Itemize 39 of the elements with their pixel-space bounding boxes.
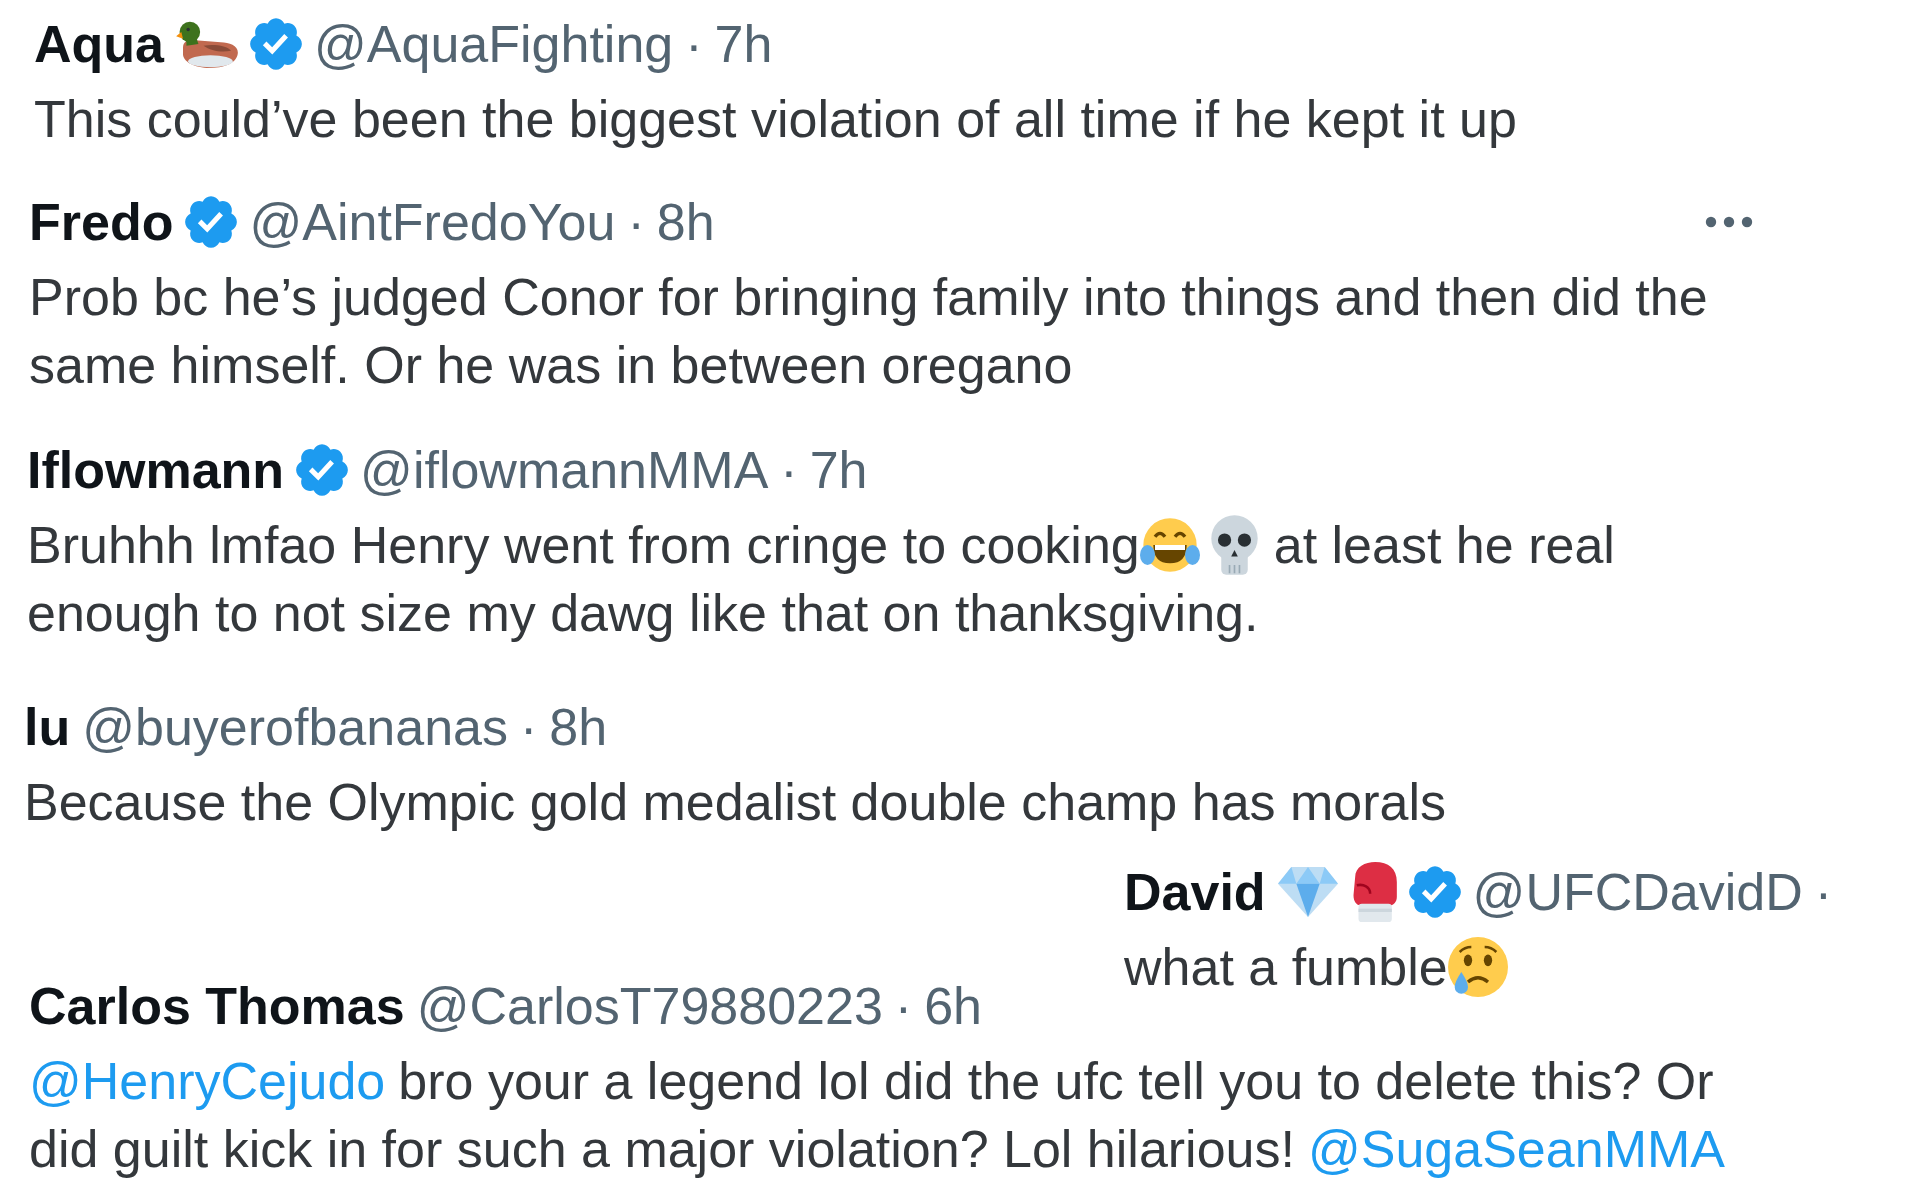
user-name[interactable]: Fredo	[29, 188, 174, 256]
tweet-text: at least he real	[1273, 515, 1615, 576]
tweet-text: This could’ve been the biggest violation of all time if he kept it up	[34, 89, 1517, 150]
separator: ·	[780, 440, 798, 501]
tweet-text: did guilt kick in for such a major violation? Lol hilarious!	[29, 1119, 1295, 1180]
timestamp[interactable]: 8h	[656, 188, 715, 256]
timestamp[interactable]: 7h	[809, 436, 868, 504]
timestamp[interactable]: 6h	[924, 972, 982, 1040]
user-name[interactable]: lu	[24, 693, 71, 761]
user-handle[interactable]: @UFCDavidD	[1472, 858, 1803, 926]
tweet-text: Prob bc he’s judged Conor for bringing family into things and then did the	[29, 267, 1708, 328]
crying-face-icon	[1447, 937, 1508, 997]
more-icon	[1705, 216, 1753, 228]
user-handle[interactable]: @buyerofbananas	[82, 693, 508, 761]
separator: ·	[894, 976, 913, 1037]
user-handle[interactable]: @iflowmannMMA	[360, 436, 769, 504]
laughing-face-icon	[1139, 515, 1200, 575]
user-name[interactable]: Aqua	[34, 10, 164, 78]
tweet-text: bro your a legend lol did the ufc tell you to delete this? Or	[398, 1051, 1714, 1112]
tweet-text: same himself. Or he was in between oregano	[29, 335, 1073, 396]
tweet-text: what a fumble	[1124, 937, 1448, 998]
separator: ·	[1814, 862, 1833, 923]
user-name[interactable]: Carlos Thomas	[29, 972, 405, 1040]
separator: ·	[627, 192, 645, 253]
user-name[interactable]: Iflowmann	[27, 436, 285, 504]
user-handle[interactable]: @AintFredoYou	[249, 188, 616, 256]
user-handle[interactable]: @AquaFighting	[314, 10, 674, 78]
user-handle[interactable]: @CarlosT79880223	[416, 972, 883, 1040]
tweet-text: Because the Olympic gold medalist double champ has morals	[24, 772, 1447, 833]
more-button[interactable]	[1705, 216, 1753, 228]
duck-icon	[176, 20, 238, 68]
user-name[interactable]: David	[1124, 858, 1266, 926]
gem-icon	[1277, 867, 1338, 917]
timestamp[interactable]: 8h	[549, 693, 608, 761]
tweet-text: enough to not size my dawg like that on thanksgiving.	[27, 583, 1259, 644]
timestamp[interactable]: 7h	[714, 10, 773, 78]
tweet-text: Bruhhh lmfao Henry went from cringe to cooking	[27, 515, 1140, 576]
separator: ·	[685, 14, 703, 75]
separator: ·	[519, 697, 538, 758]
